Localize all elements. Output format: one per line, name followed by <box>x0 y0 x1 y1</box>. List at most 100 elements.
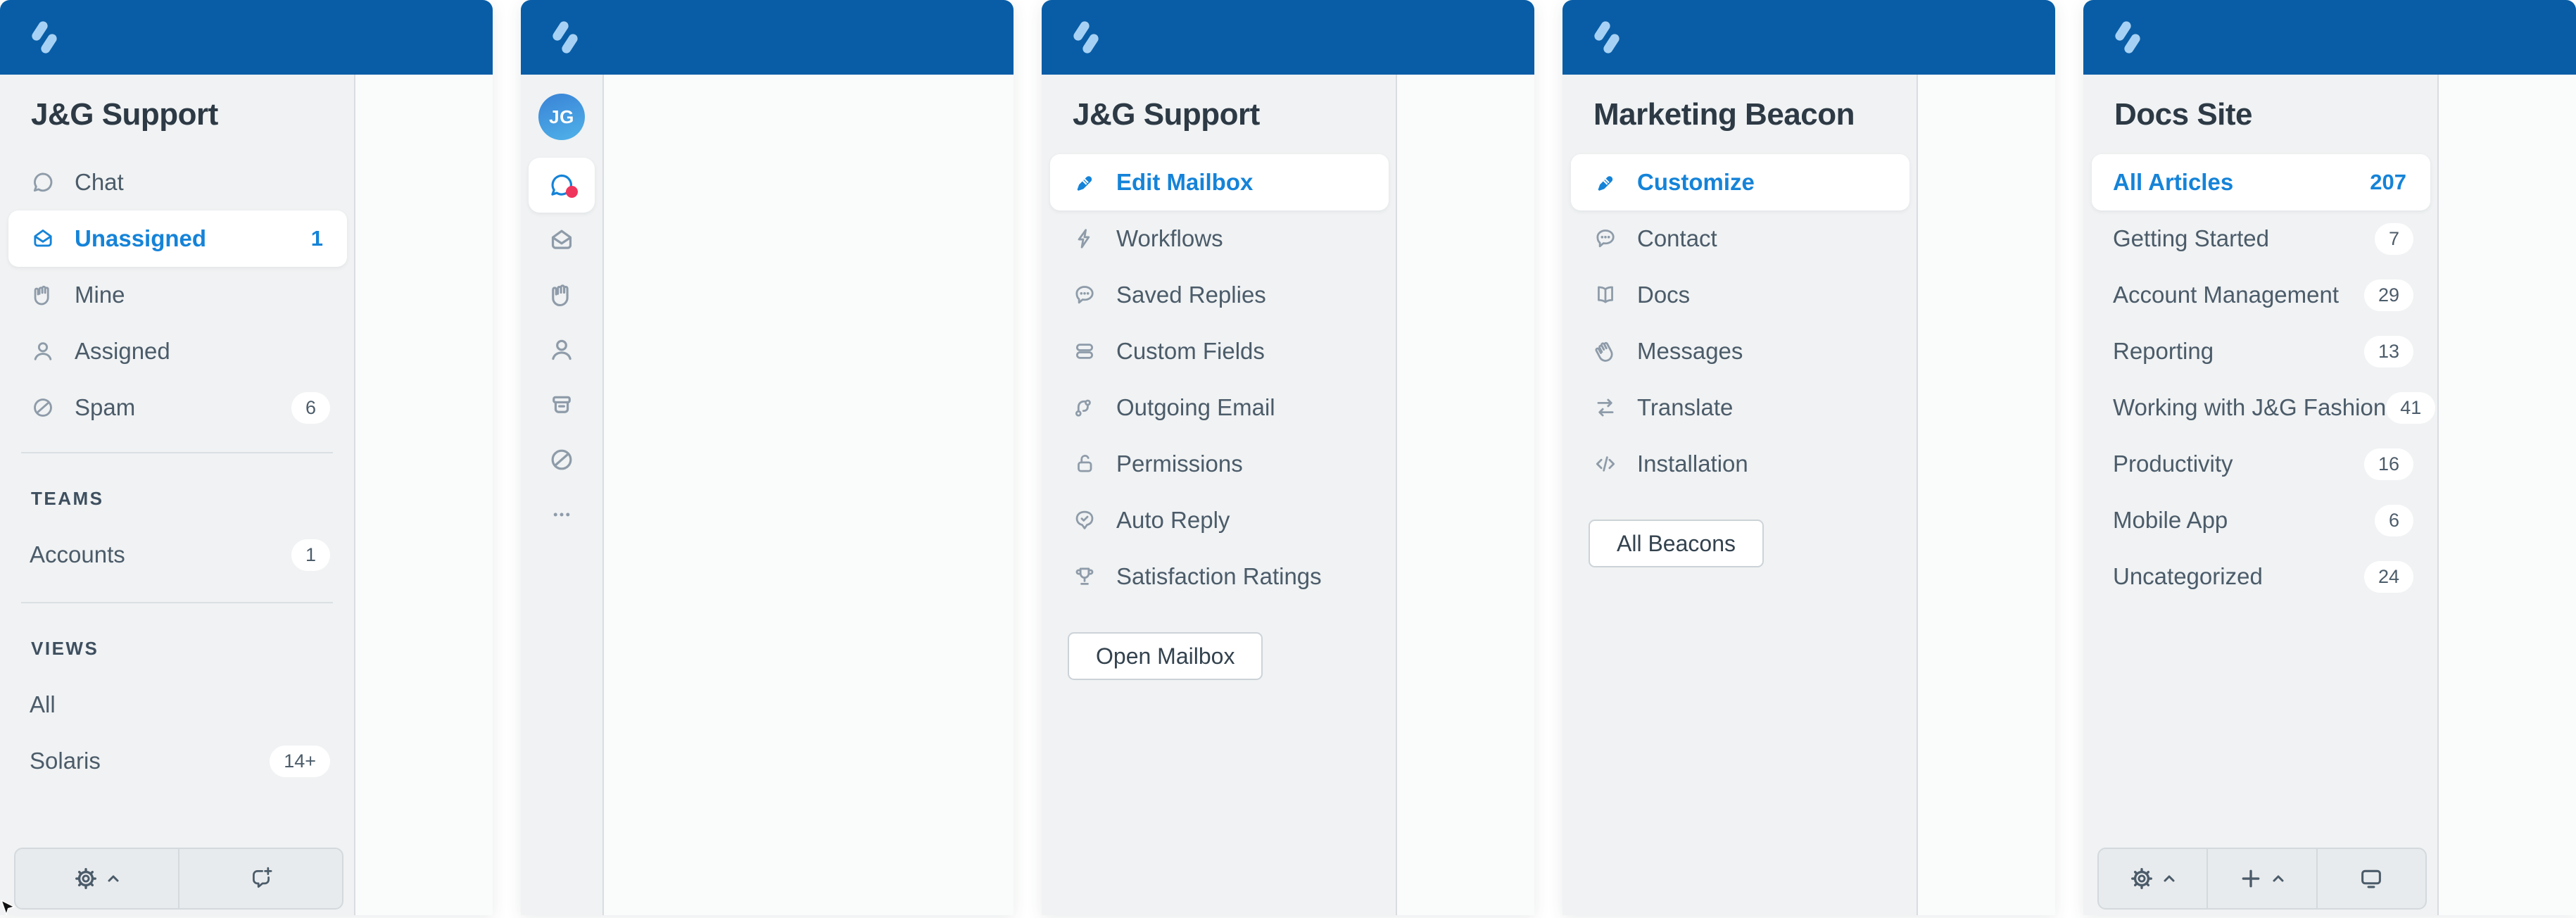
sidebar-item-label: Solaris <box>30 748 270 774</box>
docs-settings-button[interactable] <box>2099 849 2206 908</box>
content-area <box>2439 75 2576 915</box>
open-book-icon <box>1593 283 1617 307</box>
rail-item-unassigned[interactable] <box>529 213 595 268</box>
helpscout-logo-icon[interactable] <box>30 20 59 54</box>
sidebar-item-auto-reply[interactable]: Auto Reply <box>1050 492 1389 548</box>
sidebar-item-label: Custom Fields <box>1116 338 1372 365</box>
helpscout-logo-icon[interactable] <box>550 20 580 54</box>
sidebar-footer-buttons <box>14 848 343 910</box>
sidebar-item-spam[interactable]: Spam 6 <box>8 379 347 436</box>
ellipsis-icon <box>548 501 575 528</box>
gear-icon <box>73 866 99 891</box>
rail-item-more[interactable] <box>529 487 595 542</box>
sidebar-item-contact[interactable]: Contact <box>1571 210 1909 267</box>
sidebar-item-label: Working with J&G Fashion <box>2113 394 2386 421</box>
sidebar-item-satisfaction-ratings[interactable]: Satisfaction Ratings <box>1050 548 1389 605</box>
speech-bubble-dots-icon <box>1073 283 1097 307</box>
content-area <box>1918 75 2055 915</box>
sidebar-item-unassigned[interactable]: Unassigned 1 <box>8 210 347 267</box>
sidebar-item-accounts[interactable]: Accounts 1 <box>8 527 347 583</box>
sidebar-item-mobile-app[interactable]: Mobile App 6 <box>2092 492 2430 548</box>
unread-dot <box>566 186 578 198</box>
mailbox-settings-button[interactable] <box>15 849 178 908</box>
view-site-button[interactable] <box>2316 849 2425 908</box>
sidebar-item-assigned[interactable]: Assigned <box>8 323 347 379</box>
sidebar-item-label: Saved Replies <box>1116 282 1372 308</box>
rail-item-mine[interactable] <box>529 268 595 322</box>
sidebar-item-uncategorized[interactable]: Uncategorized 24 <box>2092 548 2430 605</box>
code-brackets-icon <box>1593 452 1617 476</box>
sidebar-item-all[interactable]: All <box>8 677 347 733</box>
waving-hand-icon <box>1593 339 1617 363</box>
sidebar-item-saved-replies[interactable]: Saved Replies <box>1050 267 1389 323</box>
sidebar-item-label: Outgoing Email <box>1116 394 1372 421</box>
sidebar-item-translate[interactable]: Translate <box>1571 379 1909 436</box>
sidebar-item-outgoing-email[interactable]: Outgoing Email <box>1050 379 1389 436</box>
sidebar-item-mine[interactable]: Mine <box>8 267 347 323</box>
beacon-settings-panel: Marketing Beacon Customize Contact Docs … <box>1562 0 2055 915</box>
sidebar-item-label: Accounts <box>30 541 291 568</box>
teams-section-heading: TEAMS <box>0 470 354 527</box>
sidebar-item-label: Mobile App <box>2113 507 2375 534</box>
count-badge: 1 <box>291 539 330 571</box>
stacked-fields-icon <box>1073 339 1097 363</box>
count-badge: 16 <box>2364 448 2413 480</box>
sidebar-item-messages[interactable]: Messages <box>1571 323 1909 379</box>
beacon-sidebar: Marketing Beacon Customize Contact Docs … <box>1562 75 1918 915</box>
all-beacons-button[interactable]: All Beacons <box>1589 520 1764 567</box>
chevron-up-icon <box>106 871 121 886</box>
add-article-button[interactable] <box>2206 849 2316 908</box>
collapsed-rail-panel: JG <box>521 0 1014 915</box>
pencil-icon <box>1073 170 1097 194</box>
sidebar-item-workflows[interactable]: Workflows <box>1050 210 1389 267</box>
hand-icon <box>548 282 575 308</box>
speech-bubble-dots-icon <box>1593 227 1617 251</box>
sidebar-item-account-management[interactable]: Account Management 29 <box>2092 267 2430 323</box>
sidebar-item-solaris[interactable]: Solaris 14+ <box>8 733 347 789</box>
folders-sidebar: J&G Support Chat Unassigned 1 Mine Assig… <box>0 75 355 915</box>
sidebar-item-reporting[interactable]: Reporting 13 <box>2092 323 2430 379</box>
app-topbar <box>521 0 1014 75</box>
count-badge: 14+ <box>270 746 330 777</box>
new-conversation-icon <box>248 866 274 891</box>
sidebar-item-customize[interactable]: Customize <box>1571 154 1909 210</box>
rail-item-assigned[interactable] <box>529 322 595 377</box>
sidebar-item-working-with-jg-fashion[interactable]: Working with J&G Fashion 41 <box>2092 379 2430 436</box>
sidebar-item-productivity[interactable]: Productivity 16 <box>2092 436 2430 492</box>
mailbox-folders-panel: J&G Support Chat Unassigned 1 Mine Assig… <box>0 0 493 915</box>
sidebar-item-edit-mailbox[interactable]: Edit Mailbox <box>1050 154 1389 210</box>
user-avatar[interactable]: JG <box>538 94 585 140</box>
badge-check-icon <box>1073 508 1097 532</box>
envelope-open-icon <box>548 227 575 253</box>
envelope-open-icon <box>31 227 55 251</box>
new-conversation-button[interactable] <box>178 849 342 908</box>
unread-count: 1 <box>311 226 323 251</box>
trophy-icon <box>1073 565 1097 589</box>
app-topbar <box>0 0 493 75</box>
rail-item-archive[interactable] <box>529 377 595 432</box>
mouse-cursor <box>0 900 18 918</box>
sidebar-item-label: Spam <box>75 394 291 421</box>
sidebar-item-chat[interactable]: Chat <box>8 154 347 210</box>
sidebar-item-label: Mine <box>75 282 330 308</box>
rail-item-spam[interactable] <box>529 432 595 487</box>
helpscout-logo-icon[interactable] <box>1071 20 1101 54</box>
content-area <box>1397 75 1534 915</box>
ban-circle-icon <box>31 396 55 420</box>
sidebar-item-label: Chat <box>75 169 330 196</box>
sidebar-item-installation[interactable]: Installation <box>1571 436 1909 492</box>
sidebar-item-getting-started[interactable]: Getting Started 7 <box>2092 210 2430 267</box>
sidebar-item-label: Edit Mailbox <box>1116 169 1372 196</box>
helpscout-logo-icon[interactable] <box>1592 20 1622 54</box>
icon-rail: JG <box>521 75 604 915</box>
count-badge: 41 <box>2386 392 2435 424</box>
sidebar-item-all-articles[interactable]: All Articles 207 <box>2092 154 2430 210</box>
rail-item-chat[interactable] <box>529 158 595 213</box>
helpscout-logo-icon[interactable] <box>2113 20 2142 54</box>
sidebar-item-label: Uncategorized <box>2113 563 2364 590</box>
open-mailbox-button[interactable]: Open Mailbox <box>1068 632 1263 680</box>
sidebar-item-docs[interactable]: Docs <box>1571 267 1909 323</box>
sidebar-item-custom-fields[interactable]: Custom Fields <box>1050 323 1389 379</box>
sidebar-item-permissions[interactable]: Permissions <box>1050 436 1389 492</box>
content-area <box>355 75 493 915</box>
